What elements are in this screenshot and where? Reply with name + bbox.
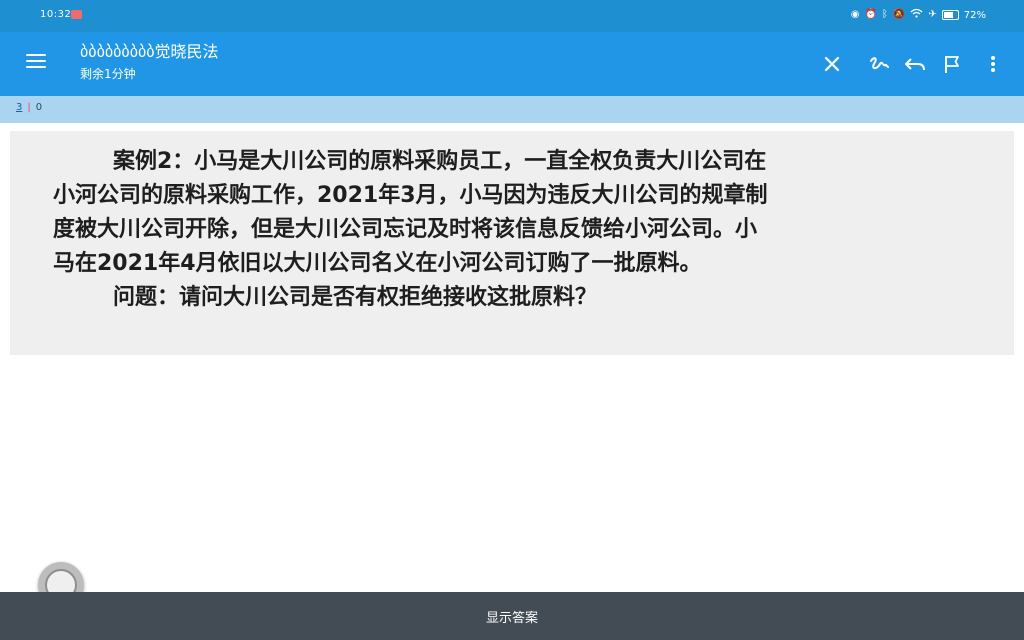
title-block: ბბბბბბბბბ觉晓民法 剩余1分钟 [80,41,219,83]
current-question-number[interactable]: 3 [16,102,22,113]
battery-percent: 72% [963,9,986,21]
question-line: 案例2：小马是大川公司的原料采购员工，一直全权负责大川公司在 [113,149,767,174]
wifi-icon [910,8,923,22]
page-title: ბბბბბბბბბ觉晓民法 [80,42,219,61]
menu-icon[interactable] [26,54,46,72]
notification-app-icon [71,10,82,19]
question-line: 马在2021年4月依旧以大川公司名义在小河公司订购了一批原料。 [53,251,702,276]
question-line: 度被大川公司开除，但是大川公司忘记及时将该信息反馈给小河公司。小 [53,217,758,242]
undo-icon[interactable] [901,50,929,78]
more-vert-icon[interactable] [979,50,1007,78]
progress-separator: | [27,102,31,113]
alarm-icon: ⏰ [864,9,877,20]
status-icons: ◉ ⏰ ᛒ 🔕 ✈ 72% [851,8,986,22]
mute-icon: 🔕 [892,9,906,20]
progress-bar: 3 | 0 [0,96,1024,123]
show-answer-button[interactable]: 显示答案 [0,592,1024,640]
eye-icon: ◉ [850,9,860,20]
handwriting-icon[interactable] [865,50,893,78]
show-answer-label: 显示答案 [485,610,538,626]
time-remaining: 剩余1分钟 [80,67,136,81]
question-card: 案例2：小马是大川公司的原料采购员工，一直全权负责大川公司在 小河公司的原料采购… [10,131,1014,355]
app-toolbar: ბბბბბბბბბ觉晓民法 剩余1分钟 [0,32,1024,96]
battery-icon [941,10,959,20]
answered-count: 0 [35,102,43,113]
status-bar: 10:32 ◉ ⏰ ᛒ 🔕 ✈ 72% [0,0,1024,32]
close-icon[interactable] [818,50,846,78]
question-prompt: 问题：请问大川公司是否有权拒绝接收这批原料？ [113,285,598,310]
progress-indicator: 3 | 0 [16,102,42,113]
airplane-icon: ✈ [928,9,937,20]
question-line: 小河公司的原料采购工作，2021年3月，小马因为违反大川公司的规章制 [53,183,768,208]
flag-icon[interactable] [938,50,966,78]
bluetooth-icon: ᛒ [881,9,888,20]
question-text: 案例2：小马是大川公司的原料采购员工，一直全权负责大川公司在 小河公司的原料采购… [53,145,953,315]
status-time: 10:32 [40,9,72,20]
